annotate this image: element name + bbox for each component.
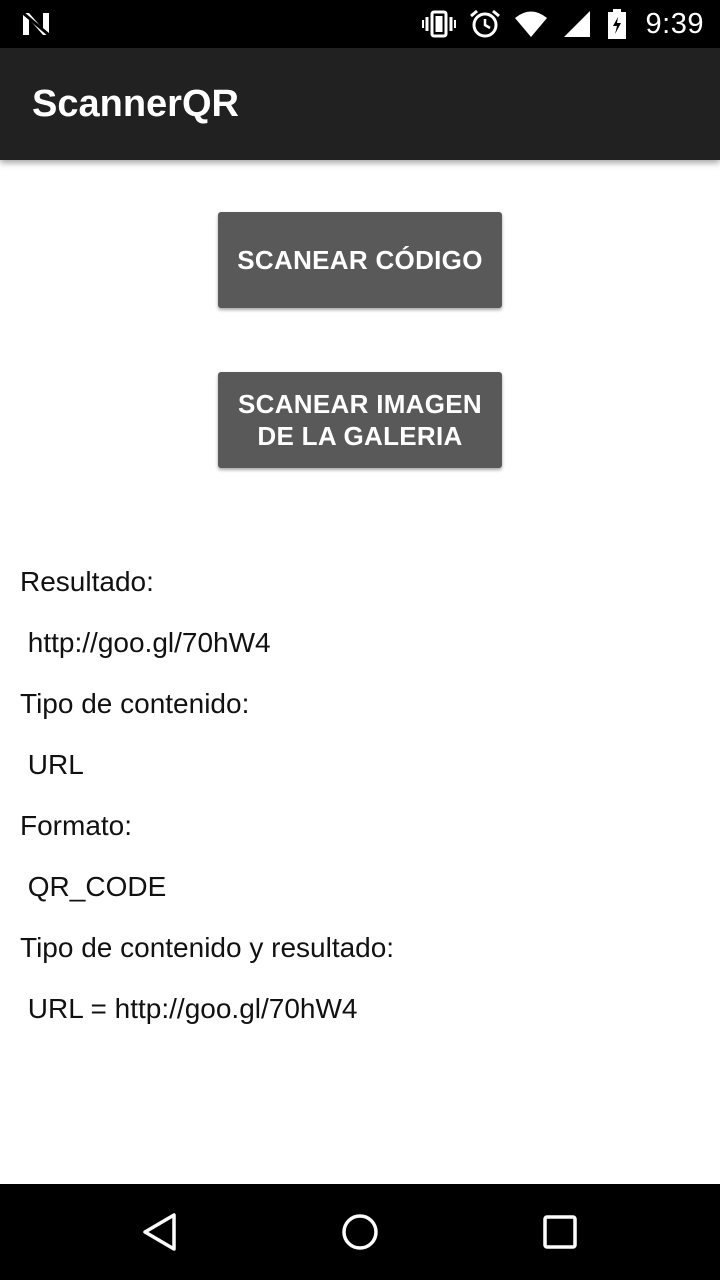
alarm-icon: [468, 9, 502, 39]
scan-code-button-label: SCANEAR CÓDIGO: [237, 245, 483, 275]
format-value: QR_CODE: [20, 871, 167, 902]
type-and-result-label: Tipo de contenido y resultado:: [20, 932, 395, 963]
result-label: Resultado:: [20, 566, 154, 597]
scan-code-button[interactable]: SCANEAR CÓDIGO: [218, 212, 502, 308]
app-bar: ScannerQR: [0, 48, 720, 160]
wifi-icon: [514, 9, 548, 39]
status-time: 9:39: [645, 7, 704, 40]
recents-icon[interactable]: [536, 1208, 584, 1256]
type-and-result-value: URL = http://goo.gl/70hW4: [20, 993, 358, 1024]
back-icon[interactable]: [136, 1208, 184, 1256]
scan-gallery-button-label: SCANEAR IMAGEN DE LA GALERIA: [238, 388, 482, 452]
format-label: Formato:: [20, 810, 133, 841]
navigation-bar: [0, 1184, 720, 1280]
status-icons: 9:39: [421, 0, 704, 48]
content-type-label: Tipo de contenido:: [20, 688, 250, 719]
signal-icon: [560, 9, 594, 39]
scan-gallery-image-button[interactable]: SCANEAR IMAGEN DE LA GALERIA: [218, 372, 502, 468]
results-section: Resultado: http://goo.gl/70hW4 Tipo de c…: [20, 560, 700, 1048]
result-value: http://goo.gl/70hW4: [20, 627, 271, 658]
status-bar: 9:39: [0, 0, 720, 48]
content-type-value: URL: [20, 749, 84, 780]
notification-n-icon: [20, 10, 52, 38]
screen: 9:39 ScannerQR SCANEAR CÓDIGO SCANEAR IM…: [0, 0, 720, 1280]
vibrate-icon: [421, 9, 456, 39]
home-icon[interactable]: [336, 1208, 384, 1256]
scan-gallery-button-label-line1: SCANEAR IMAGEN: [238, 389, 482, 419]
battery-icon: [606, 9, 628, 39]
scan-gallery-button-label-line2: DE LA GALERIA: [257, 421, 463, 451]
app-title: ScannerQR: [32, 83, 239, 125]
